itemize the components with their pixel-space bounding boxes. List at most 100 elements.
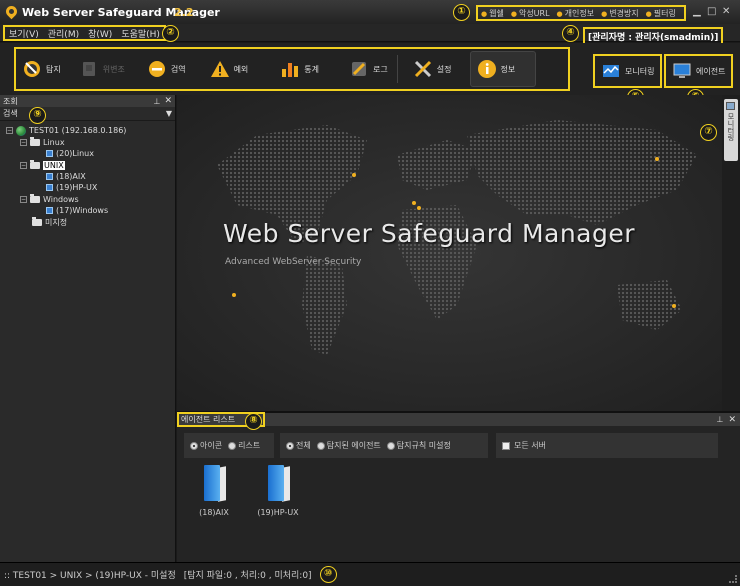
tree-node-unassigned[interactable]: 미지정	[32, 217, 67, 228]
link-personal-info[interactable]: 개인정보	[557, 8, 594, 19]
agent-label: 에이전트	[696, 66, 726, 76]
forgery-button[interactable]: 위변조	[73, 51, 131, 87]
collapse-toggle[interactable]: −	[20, 196, 27, 203]
menu-help[interactable]: 도움말(H)	[121, 27, 160, 40]
module-links: 웹쉘 악성URL 개인정보 변경방지 필터링	[476, 5, 686, 21]
tree-node-server[interactable]: (20)Linux	[46, 148, 94, 159]
detect-button[interactable]: 탐지	[16, 51, 67, 87]
banner-subtitle: Advanced WebServer Security	[225, 257, 362, 267]
agent-item[interactable]: (19)HP-UX	[253, 465, 303, 517]
minimize-button[interactable]: ▁	[693, 6, 701, 17]
tree-node-linux[interactable]: − Linux	[20, 137, 65, 148]
agent-list-panel: 에이전트 리스트 ⊥ ✕ 아이콘 리스트 전체 탐지된 에이전트 탐지규칙 미설…	[177, 411, 740, 562]
maximize-button[interactable]: □	[707, 6, 716, 17]
globe-icon	[16, 125, 26, 136]
all-servers-checkbox[interactable]: 모든 서버	[502, 440, 546, 451]
detect-label: 탐지	[46, 64, 61, 74]
view-list-radio[interactable]: 리스트	[228, 440, 260, 451]
collapse-toggle[interactable]: −	[20, 139, 27, 146]
annotation-2: ②	[162, 25, 179, 42]
exception-label: 예외	[233, 64, 249, 74]
agent-filter-group: 전체 탐지된 에이전트 탐지규칙 미설정	[280, 433, 488, 458]
agent-button[interactable]: 에이전트	[664, 54, 734, 88]
pin-icon[interactable]: ⊥	[716, 415, 723, 424]
chevron-down-icon[interactable]: ▼	[166, 109, 172, 118]
filter-unset-rule-radio[interactable]: 탐지규칙 미설정	[386, 440, 451, 451]
view-icon-radio[interactable]: 아이콘	[190, 440, 222, 451]
link-malicious-url[interactable]: 악성URL	[511, 8, 550, 19]
tree-node-server[interactable]: (18)AIX	[46, 171, 86, 182]
monitoring-side-tab-label: 모니터링	[727, 113, 735, 141]
menu-window[interactable]: 창(W)	[88, 27, 112, 40]
folder-icon	[30, 137, 40, 146]
exception-button[interactable]: 예외	[204, 51, 255, 87]
server-icon	[46, 184, 53, 191]
close-icon[interactable]: ✕	[728, 415, 736, 425]
settings-label: 설정	[436, 64, 452, 74]
world-map-banner: Web Server Safeguard Manager Advanced We…	[177, 95, 722, 411]
monitoring-button[interactable]: 모니터링	[593, 54, 663, 88]
server-icon	[46, 207, 53, 214]
quarantine-button[interactable]: 검역	[141, 51, 192, 87]
tree-node-server[interactable]: (17)Windows	[46, 205, 108, 216]
stats-icon	[282, 63, 299, 77]
forgery-label: 위변조	[102, 64, 125, 74]
search-label: 검색	[3, 109, 18, 118]
title-bar: Web Server Safeguard Manager 2.2 ① 웹쉘 악성…	[0, 0, 740, 24]
monitoring-side-tab[interactable]: 모니터링	[724, 99, 738, 161]
forgery-icon	[82, 62, 95, 76]
agent-monitor-icon	[673, 63, 691, 78]
server-tree: − TEST01 (192.168.0.186) − Linux (20)Lin…	[0, 121, 175, 227]
close-button[interactable]: ✕	[722, 6, 730, 17]
warning-icon	[210, 61, 229, 77]
menu-view[interactable]: 보기(V)	[9, 27, 39, 40]
app-version: 2.2	[174, 6, 194, 19]
monitoring-icon	[603, 65, 619, 77]
info-icon	[477, 60, 496, 78]
banner-title: Web Server Safeguard Manager	[223, 219, 636, 248]
link-change-prevention[interactable]: 변경방지	[601, 8, 638, 19]
lookup-panel-header: 조회 ⊥ ✕	[0, 95, 175, 107]
status-bar: :: TEST01 > UNIX > (19)HP-UX - 미설정 [탐지 파…	[0, 562, 740, 586]
folder-icon	[30, 160, 40, 169]
toolbar-main-group: 탐지 위변조 검역 예외 통계 로그 설정 정보	[14, 47, 570, 91]
monitoring-label: 모니터링	[625, 66, 655, 76]
filter-all-radio[interactable]: 전체	[286, 440, 311, 451]
pin-icon[interactable]: ⊥	[153, 97, 160, 106]
lookup-panel: 조회 ⊥ ✕ 검색 ▼ − TEST01 (192.168.0.186) − L…	[0, 95, 176, 562]
annotation-1: ①	[453, 4, 470, 21]
detect-icon	[24, 61, 40, 77]
stats-button[interactable]: 통계	[274, 51, 325, 87]
view-mode-group: 아이콘 리스트	[184, 433, 274, 458]
settings-icon	[414, 60, 431, 78]
log-label: 로그	[373, 64, 388, 74]
link-webshell[interactable]: 웹쉘	[481, 8, 504, 19]
annotation-9: ⑨	[29, 107, 46, 124]
info-button[interactable]: 정보	[469, 51, 536, 87]
agent-item[interactable]: (18)AIX	[189, 465, 239, 517]
stats-label: 통계	[304, 64, 320, 74]
close-icon[interactable]: ✕	[164, 96, 172, 106]
status-counts: [탐지 파일:0 , 처리:0 , 미처리:0]	[183, 571, 312, 581]
log-button[interactable]: 로그	[343, 51, 394, 87]
world-map-graphic	[217, 120, 697, 355]
resize-grip-icon[interactable]	[729, 575, 737, 583]
quarantine-label: 검역	[170, 64, 186, 74]
quarantine-icon	[148, 61, 165, 77]
tree-node-windows[interactable]: − Windows	[20, 194, 79, 205]
tree-node-root[interactable]: − TEST01 (192.168.0.186)	[6, 125, 126, 136]
tree-node-unix[interactable]: − UNIX	[20, 160, 65, 171]
agent-server-icon	[200, 465, 228, 503]
tree-node-server[interactable]: (19)HP-UX	[46, 182, 97, 193]
filter-detected-radio[interactable]: 탐지된 에이전트	[316, 440, 381, 451]
search-bar[interactable]: 검색 ▼	[0, 107, 175, 121]
annotation-7: ⑦	[700, 124, 717, 141]
collapse-toggle[interactable]: −	[6, 127, 13, 134]
annotation-4: ④	[562, 25, 579, 42]
folder-icon	[30, 194, 40, 203]
app-logo-icon	[3, 3, 20, 20]
settings-button[interactable]: 설정	[407, 51, 458, 87]
link-filtering[interactable]: 필터링	[646, 8, 676, 19]
collapse-toggle[interactable]: −	[20, 162, 27, 169]
menu-manage[interactable]: 관리(M)	[48, 27, 79, 40]
